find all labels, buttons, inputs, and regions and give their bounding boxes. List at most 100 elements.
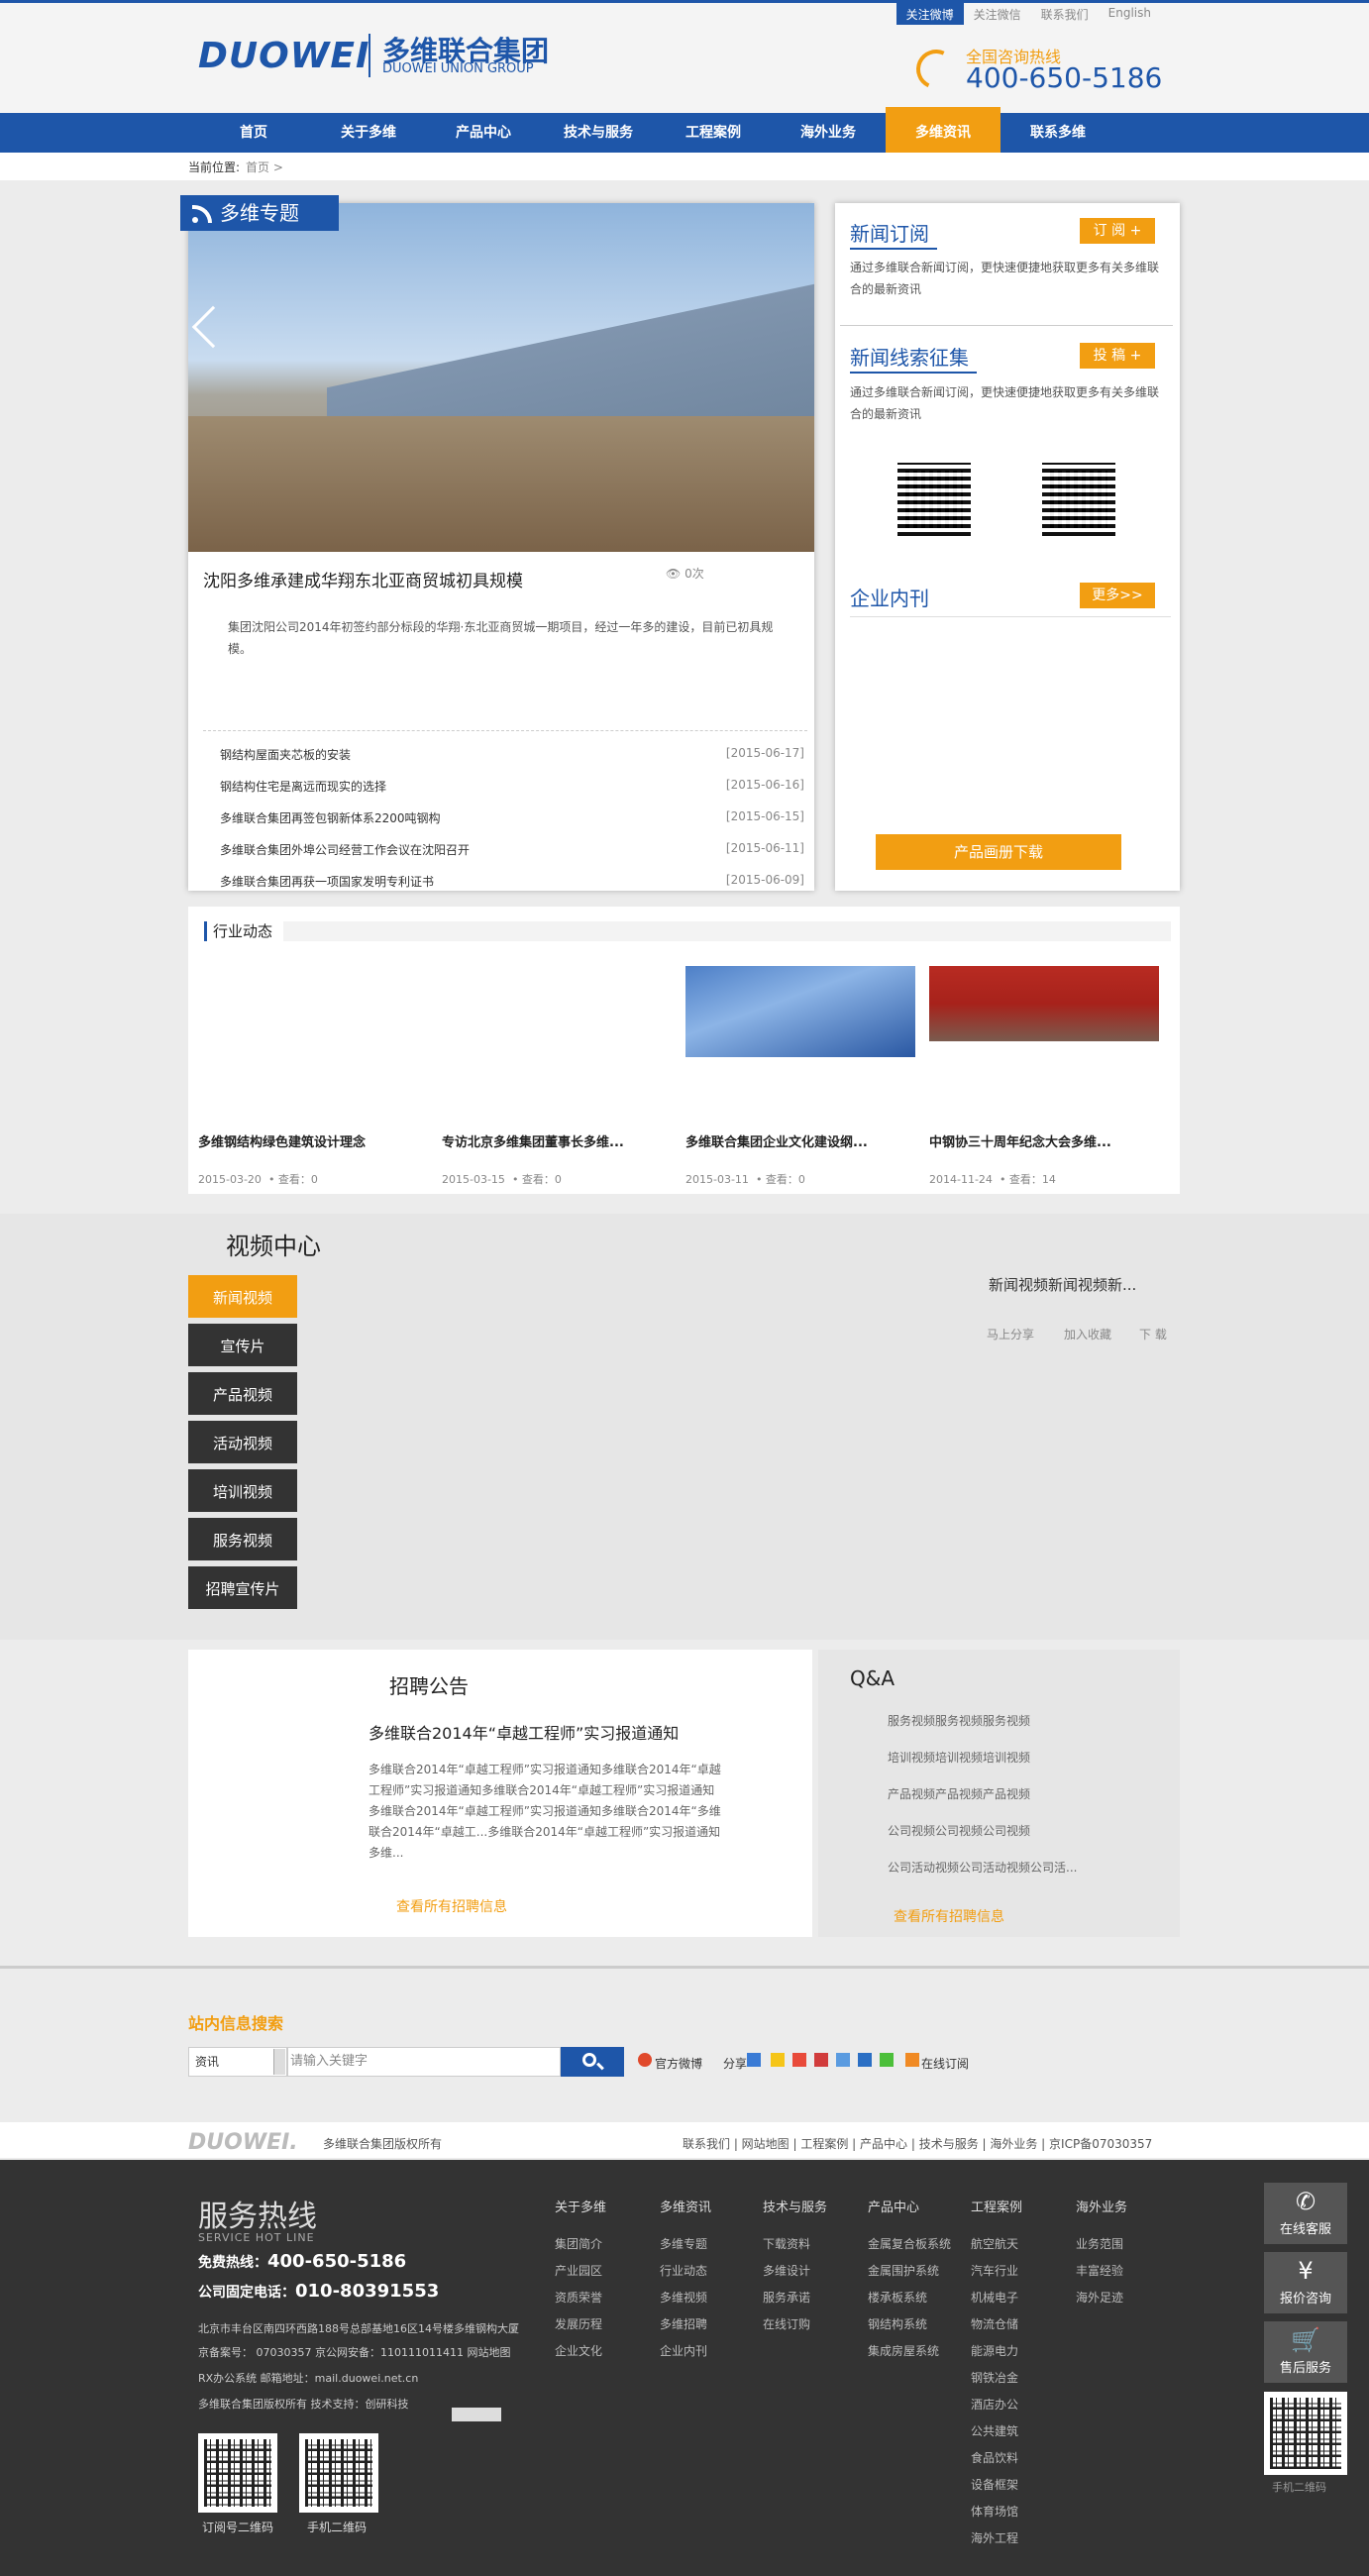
share-qzone-icon[interactable] — [747, 2053, 761, 2067]
qa-item[interactable]: 产品视频产品视频产品视频 — [888, 1785, 1030, 1802]
footer-link[interactable]: 楼承板系统 — [868, 2289, 927, 2306]
footer-col-tech[interactable]: 技术与服务 — [763, 2197, 827, 2215]
share-qq-icon[interactable] — [836, 2053, 850, 2067]
footer-col-about[interactable]: 关于多维 — [555, 2197, 606, 2215]
footer-link[interactable]: 金属围护系统 — [868, 2262, 939, 2279]
footer-link[interactable]: 海外足迹 — [1076, 2289, 1123, 2306]
share-person-icon[interactable] — [858, 2053, 872, 2067]
nav-about[interactable]: 关于多维 — [311, 113, 426, 153]
footer-link[interactable]: 食品饮料 — [971, 2449, 1018, 2466]
footer-link[interactable]: 在线订购 — [763, 2315, 810, 2332]
video-tab-promo[interactable]: 宣传片 — [188, 1324, 297, 1369]
news-item[interactable]: 多维联合集团再获一项国家发明专利证书 [2015-06-09] — [220, 873, 804, 893]
nav-cases[interactable]: 工程案例 — [656, 113, 771, 153]
download-brochure-button[interactable]: 产品画册下载 — [876, 834, 1121, 870]
footer-col-products[interactable]: 产品中心 — [868, 2197, 919, 2215]
chevron-down-icon[interactable] — [273, 2049, 285, 2075]
search-input[interactable]: 请输入关键字 — [287, 2047, 561, 2077]
share-weibo-icon[interactable] — [792, 2053, 806, 2067]
cnzz-badge-icon[interactable] — [452, 2408, 501, 2421]
nav-products[interactable]: 产品中心 — [426, 113, 541, 153]
footer-link[interactable]: 丰富经验 — [1076, 2262, 1123, 2279]
top-link-weixin[interactable]: 关注微信 — [964, 3, 1031, 25]
quote-inquiry-button[interactable]: ¥ 报价咨询 — [1264, 2252, 1347, 2313]
top-link-contact[interactable]: 联系我们 — [1031, 3, 1099, 25]
qa-item[interactable]: 公司视频公司视频公司视频 — [888, 1822, 1030, 1839]
footer-link[interactable]: 发展历程 — [555, 2315, 602, 2332]
footer-link[interactable]: 酒店办公 — [971, 2396, 1018, 2413]
topic-title[interactable]: 沈阳多维承建成华翔东北亚商贸城初具规模 — [203, 567, 523, 591]
industry-image[interactable] — [685, 966, 915, 1057]
qa-item[interactable]: 培训视频培训视频培训视频 — [888, 1749, 1030, 1766]
industry-item-title[interactable]: 专访北京多维集团董事长多维... — [442, 1131, 672, 1150]
footer-link[interactable]: 企业内刊 — [660, 2342, 707, 2359]
subscribe-button[interactable]: 订 阅 + — [1080, 218, 1155, 244]
mail-info[interactable]: RX办公系统 邮箱地址：mail.duowei.net.cn — [198, 2370, 418, 2386]
recruit-more-link[interactable]: 查看所有招聘信息 — [396, 1896, 507, 1916]
industry-image[interactable] — [929, 966, 1159, 1041]
nav-overseas[interactable]: 海外业务 — [771, 113, 886, 153]
news-item[interactable]: 钢结构住宅是离远而现实的选择 [2015-06-16] — [220, 778, 804, 798]
nav-tech[interactable]: 技术与服务 — [541, 113, 656, 153]
subscribe-link[interactable]: 在线订阅 — [921, 2055, 969, 2072]
footer-link[interactable]: 集成房屋系统 — [868, 2342, 939, 2359]
qa-more-link[interactable]: 查看所有招聘信息 — [894, 1906, 1004, 1926]
favorite-button[interactable]: 加入收藏 — [1064, 1326, 1111, 1342]
online-service-button[interactable]: ✆ 在线客服 — [1264, 2183, 1347, 2244]
share-wechat-icon[interactable] — [880, 2053, 894, 2067]
footer-link[interactable]: 海外工程 — [971, 2529, 1018, 2546]
footer-link[interactable]: 多维设计 — [763, 2262, 810, 2279]
news-item[interactable]: 多维联合集团外埠公司经营工作会议在沈阳召开 [2015-06-11] — [220, 841, 804, 861]
video-tab-recruit[interactable]: 招聘宣传片 — [188, 1566, 297, 1612]
footer-link[interactable]: 汽车行业 — [971, 2262, 1018, 2279]
qa-item[interactable]: 服务视频服务视频服务视频 — [888, 1712, 1030, 1729]
weibo-link[interactable]: 官方微博 — [655, 2055, 702, 2072]
video-tab-product[interactable]: 产品视频 — [188, 1372, 297, 1418]
nav-contact[interactable]: 联系多维 — [1000, 113, 1115, 153]
footer-link[interactable]: 机械电子 — [971, 2289, 1018, 2306]
footer-link[interactable]: 行业动态 — [660, 2262, 707, 2279]
video-caption[interactable]: 新闻视频新闻视频新... — [989, 1274, 1136, 1295]
logo-en[interactable]: DUOWEI — [198, 36, 369, 76]
video-tab-news[interactable]: 新闻视频 — [188, 1275, 297, 1321]
share-star-icon[interactable] — [771, 2053, 785, 2067]
breadcrumb-home[interactable]: 首页 > — [246, 161, 283, 174]
footer-link[interactable]: 资质荣誉 — [555, 2289, 602, 2306]
recruit-headline[interactable]: 多维联合2014年“卓越工程师”实习报道通知 — [369, 1720, 679, 1744]
nav-news[interactable]: 多维资讯 — [886, 107, 1000, 153]
footer-link[interactable]: 金属复合板系统 — [868, 2235, 951, 2252]
magazine-more-button[interactable]: 更多>> — [1080, 583, 1155, 608]
industry-item-title[interactable]: 多维联合集团企业文化建设纲... — [685, 1131, 915, 1150]
topic-photo[interactable] — [188, 203, 814, 552]
video-tab-training[interactable]: 培训视频 — [188, 1469, 297, 1515]
footer-link[interactable]: 物流仓储 — [971, 2315, 1018, 2332]
footer-link[interactable]: 企业文化 — [555, 2342, 602, 2359]
video-tab-activity[interactable]: 活动视频 — [188, 1421, 297, 1466]
top-link-english[interactable]: English — [1099, 3, 1161, 25]
top-link-weibo[interactable]: 关注微博 — [895, 3, 964, 25]
rss-icon[interactable] — [905, 2053, 919, 2067]
search-category-select[interactable]: 资讯 — [188, 2047, 287, 2077]
share-renren-icon[interactable] — [814, 2053, 828, 2067]
news-item[interactable]: 多维联合集团再签包钢新体系2200吨钢构 [2015-06-15] — [220, 809, 804, 829]
footer-link[interactable]: 钢铁冶金 — [971, 2369, 1018, 2386]
share-button[interactable]: 马上分享 — [987, 1326, 1034, 1342]
industry-image[interactable] — [198, 966, 428, 1057]
footer-link[interactable]: 多维专题 — [660, 2235, 707, 2252]
footer-link[interactable]: 多维视频 — [660, 2289, 707, 2306]
footer-link[interactable]: 集团简介 — [555, 2235, 602, 2252]
industry-image[interactable] — [442, 966, 672, 1057]
footer-col-overseas[interactable]: 海外业务 — [1076, 2197, 1127, 2215]
footer-links[interactable]: 联系我们 | 网站地图 | 工程案例 | 产品中心 | 技术与服务 | 海外业务… — [683, 2135, 1152, 2152]
footer-link[interactable]: 体育场馆 — [971, 2503, 1018, 2520]
news-item[interactable]: 钢结构屋面夹芯板的安装 [2015-06-17] — [220, 746, 804, 766]
footer-link[interactable]: 公共建筑 — [971, 2422, 1018, 2439]
video-tab-service[interactable]: 服务视频 — [188, 1518, 297, 1563]
footer-link[interactable]: 下载资料 — [763, 2235, 810, 2252]
nav-home[interactable]: 首页 — [196, 113, 311, 153]
footer-link[interactable]: 业务范围 — [1076, 2235, 1123, 2252]
footer-link[interactable]: 航空航天 — [971, 2235, 1018, 2252]
weibo-icon[interactable] — [638, 2053, 652, 2067]
footer-link[interactable]: 钢结构系统 — [868, 2315, 927, 2332]
footer-link[interactable]: 设备框架 — [971, 2476, 1018, 2493]
